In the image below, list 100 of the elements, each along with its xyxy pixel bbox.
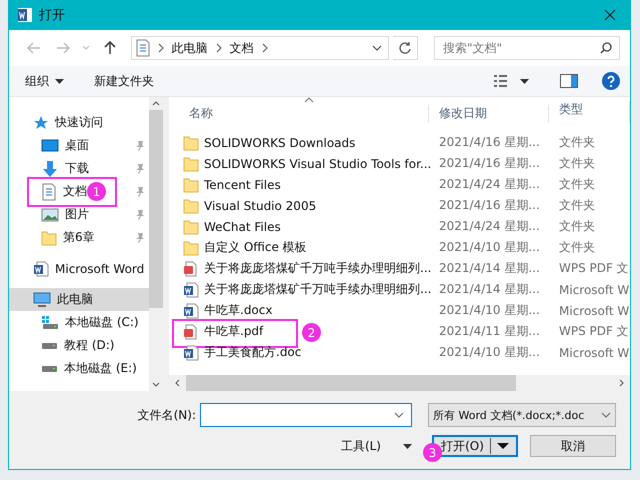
- date-cell-text: 2021/4/14 星期...: [438, 260, 541, 277]
- help-button[interactable]: [602, 72, 620, 90]
- sidebar-item[interactable]: 下载: [9, 157, 149, 180]
- document-icon: [41, 182, 57, 200]
- up-arrow-icon: [104, 41, 116, 55]
- column-header[interactable]: 名称: [169, 105, 429, 123]
- file-name[interactable]: 牛吃草.pdf: [204, 323, 264, 340]
- file-name[interactable]: 自定义 Office 模板: [204, 239, 307, 256]
- address-bar[interactable]: 此电脑 文档: [130, 36, 389, 60]
- chevron-icon: [262, 43, 268, 53]
- dropdown-icon: [372, 45, 382, 51]
- preview-pane-button[interactable]: [560, 74, 578, 88]
- type-cell-text: 文件夹: [558, 218, 596, 235]
- list-view-icon: [494, 75, 530, 87]
- chevron-icon: [158, 43, 164, 53]
- date-cell-text: 2021/4/16 星期...: [438, 155, 541, 172]
- download-icon: [41, 160, 59, 178]
- star-icon: [33, 114, 49, 130]
- date-cell-text: 2021/4/10 星期...: [438, 239, 541, 256]
- breadcrumb[interactable]: 文档: [230, 40, 254, 56]
- word-file-icon: [183, 302, 199, 318]
- pdf-file-icon: [183, 260, 199, 276]
- sidebar-item[interactable]: 第6章: [9, 226, 149, 249]
- windows-drive-icon: [41, 314, 59, 330]
- scrollbar[interactable]: [149, 97, 163, 391]
- column-header[interactable]: 修改日期: [429, 105, 549, 123]
- date-cell-text: 2021/4/24 星期...: [438, 218, 541, 235]
- scroll-down-icon: [152, 382, 160, 387]
- close-icon: [604, 9, 616, 21]
- file-type-dropdown[interactable]: 所有 Word 文档(*.docx;*.doc: [428, 403, 616, 427]
- caret-icon: [403, 444, 412, 448]
- document-icon: [136, 39, 150, 57]
- drive-icon: [42, 342, 57, 348]
- organize-button[interactable]: 组织: [25, 72, 64, 90]
- type-cell-text: 文件夹: [558, 134, 596, 151]
- type-cell-text: WPS PDF 文: [558, 323, 630, 340]
- new-folder-button[interactable]: 新建文件夹: [94, 72, 154, 90]
- sidebar-item[interactable]: 教程 (D:): [9, 334, 149, 357]
- file-name[interactable]: Tencent Files: [204, 178, 281, 192]
- sidebar-item[interactable]: 本地磁盘 (C:): [9, 311, 149, 334]
- search-field[interactable]: 搜索"文档": [434, 36, 620, 60]
- type-cell-text: 文件夹: [558, 155, 596, 172]
- type-cell-text: Microsoft W: [558, 304, 630, 318]
- file-name[interactable]: 手工美食配方.doc: [204, 344, 302, 361]
- file-name[interactable]: Visual Studio 2005: [204, 198, 316, 212]
- scrollbar[interactable]: [169, 375, 630, 391]
- sidebar-item[interactable]: 图片: [9, 203, 149, 226]
- step-number: 3: [423, 443, 442, 462]
- sidebar-item[interactable]: 本地磁盘 (E:): [9, 357, 149, 380]
- date-cell-text: 2021/4/16 星期...: [438, 134, 541, 151]
- chevron-down-icon: [82, 45, 90, 51]
- scroll-up-icon: [152, 101, 160, 106]
- folder-icon: [183, 198, 199, 214]
- pdf-file-icon: [183, 324, 199, 340]
- refresh-icon: [398, 41, 412, 55]
- sidebar-item[interactable]: Microsoft Word: [9, 257, 149, 280]
- folder-icon: [41, 230, 57, 246]
- computer-icon: [33, 292, 51, 308]
- search-icon: [600, 42, 612, 54]
- forward-arrow-icon: [56, 42, 70, 54]
- refresh-button[interactable]: [392, 36, 418, 60]
- type-cell-text: WPS PDF 文: [558, 260, 630, 277]
- file-name-field[interactable]: [200, 403, 412, 427]
- sidebar-item[interactable]: 桌面: [9, 134, 149, 157]
- scroll-right-icon: [619, 379, 624, 387]
- scroll-left-icon: [175, 379, 180, 387]
- desktop-icon: [41, 138, 59, 154]
- preview-pane-icon: [560, 74, 578, 88]
- sidebar-item[interactable]: 文档 1: [9, 180, 149, 203]
- word-file-icon: [183, 282, 199, 298]
- file-name[interactable]: SOLIDWORKS Downloads: [204, 136, 356, 150]
- type-cell-text: 文件夹: [558, 197, 596, 214]
- file-name[interactable]: WeChat Files: [204, 220, 281, 234]
- folder-icon: [183, 134, 199, 150]
- chevron-icon: [216, 43, 222, 53]
- file-name-label: 文件名(N):: [138, 406, 196, 424]
- file-name[interactable]: SOLIDWORKS Visual Studio Tools for...: [204, 156, 432, 170]
- folder-icon: [183, 156, 199, 172]
- date-cell-text: 2021/4/11 星期...: [438, 323, 541, 340]
- view-options-button[interactable]: [494, 75, 530, 87]
- date-cell-text: 2021/4/10 星期...: [438, 302, 541, 319]
- window-title: 打开: [39, 7, 65, 24]
- folder-icon: [183, 176, 199, 192]
- date-cell-text: 2021/4/10 星期...: [438, 344, 541, 361]
- type-cell-text: 文件夹: [558, 176, 596, 193]
- tools-button[interactable]: 工具(L): [340, 438, 412, 454]
- sidebar-item[interactable]: 快速访问: [9, 111, 149, 134]
- type-cell-text: Microsoft W: [558, 346, 630, 360]
- sidebar-item[interactable]: 此电脑: [9, 288, 149, 311]
- step-number: 1: [87, 182, 106, 201]
- file-name[interactable]: 牛吃草.docx: [204, 302, 272, 319]
- breadcrumb[interactable]: 此电脑: [172, 40, 208, 56]
- file-name[interactable]: 关于将庞庞塔煤矿千万吨手续办理明细列...: [204, 260, 432, 277]
- column-header[interactable]: 类型: [549, 101, 630, 123]
- folder-icon: [183, 218, 199, 234]
- file-name[interactable]: 关于将庞庞塔煤矿千万吨手续办理明细列...: [204, 281, 432, 298]
- cancel-button[interactable]: 取消: [530, 435, 616, 457]
- date-cell-text: 2021/4/24 星期...: [438, 176, 541, 193]
- word-file-icon: [183, 344, 199, 360]
- date-cell-text: 2021/4/16 星期...: [438, 197, 541, 214]
